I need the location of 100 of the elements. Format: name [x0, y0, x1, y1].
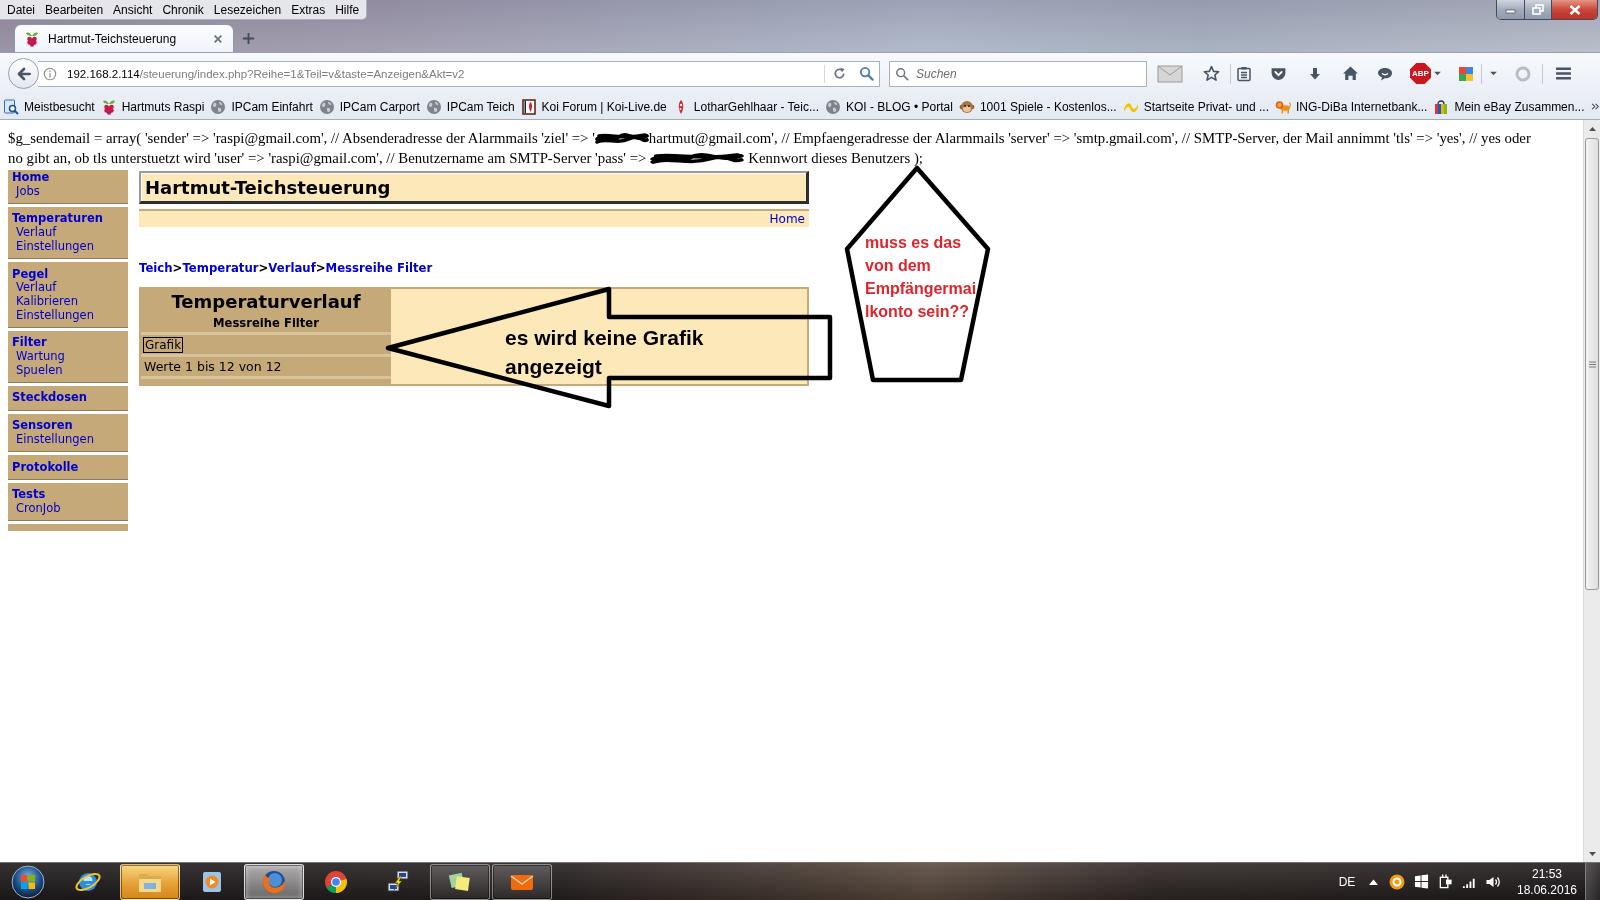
- plug-icon[interactable]: [1437, 874, 1453, 889]
- sidebar-heading[interactable]: Steckdosen: [12, 391, 87, 406]
- panel-subtitle: Messreihe Filter: [212, 315, 320, 332]
- chat-bubble-icon[interactable]: [1377, 65, 1393, 82]
- restore-button[interactable]: [1524, 0, 1551, 19]
- code-text: hartmut@gmail.com', // Empfaengeradresse der Alarmmails 'server' => 'smtp.gmail.com', // SMTP-Server, der Mail annimmt 'tls' => 'yes', // yes oder: [648, 130, 1531, 146]
- breadcrumb-separator: >: [172, 261, 183, 276]
- breadcrumb-link[interactable]: Messreihe Filter: [325, 261, 433, 276]
- sidebar-link[interactable]: CronJob: [12, 501, 61, 516]
- show-desktop-button[interactable]: [1585, 863, 1600, 900]
- sidebar-link[interactable]: Wartung: [12, 350, 65, 364]
- raspberry-icon: [100, 98, 117, 115]
- globe-icon: [824, 98, 841, 115]
- language-indicator[interactable]: DE: [1332, 874, 1362, 889]
- bookmark-item[interactable]: Mein eBay Zusammen...: [1433, 98, 1585, 115]
- close-button[interactable]: [1551, 0, 1597, 19]
- menu-item[interactable]: Ansicht: [108, 0, 158, 19]
- shopping-bag-icon: [1433, 98, 1450, 115]
- breadcrumb-link[interactable]: Verlauf: [268, 261, 316, 276]
- bookmark-item[interactable]: 1001 Spiele - Kostenlos...: [958, 98, 1117, 115]
- annotation-note: es wird keine Grafik angezeigt: [505, 325, 704, 380]
- search-icon: [895, 66, 909, 81]
- tab[interactable]: Hartmut-Teichsteuerung: [14, 24, 234, 52]
- home-link[interactable]: Home: [769, 212, 805, 226]
- back-button[interactable]: [8, 58, 39, 89]
- menu-item[interactable]: Extras: [286, 0, 331, 19]
- chevrons-right-icon[interactable]: [1590, 101, 1600, 112]
- globe-icon: [425, 98, 442, 115]
- bookmark-item[interactable]: Koi Forum | Koi-Live.de: [520, 98, 667, 115]
- chevron-shield-icon[interactable]: [1269, 65, 1287, 82]
- bookmark-item[interactable]: Startseite Privat- und ...: [1122, 98, 1270, 115]
- sidebar-link[interactable]: Kalibrieren: [12, 294, 78, 309]
- sidebar-link[interactable]: Einstellungen: [12, 432, 94, 447]
- sidebar-heading[interactable]: Tests: [12, 488, 46, 502]
- code-text: $g_sendemail = array( 'sender' => 'raspi@gmail.com', // Absenderadresse der Alarmmails 'ziel' => ': [8, 130, 595, 146]
- caret-up-icon[interactable]: [1369, 878, 1378, 885]
- ring-icon[interactable]: [1389, 873, 1405, 890]
- code-text: no gibt an, ob tls unterstuetzt wird 'user' => 'raspi@gmail.com', // Benutzername am SMTP-Server 'pass' =>: [8, 150, 647, 166]
- bookmark-item[interactable]: Meistbesucht: [3, 98, 95, 115]
- bookmark-item[interactable]: LotharGehlhaar - Teic...: [672, 98, 819, 115]
- sidebar-heading[interactable]: Filter: [12, 336, 47, 351]
- taskbar-button[interactable]: [430, 863, 490, 900]
- sidebar-heading[interactable]: Temperaturen: [12, 212, 103, 227]
- bookmark-item[interactable]: IPCam Carport: [318, 98, 420, 115]
- monkey-icon: [958, 98, 975, 115]
- arrow-up-icon[interactable]: [1588, 126, 1596, 131]
- breadcrumb-link[interactable]: Teich: [139, 261, 173, 276]
- caret-down-icon[interactable]: [1488, 69, 1498, 78]
- sidebar-link[interactable]: Jobs: [12, 184, 40, 199]
- breadcrumb-separator: >: [315, 261, 326, 276]
- taskbar-button[interactable]: [120, 863, 180, 900]
- sidebar-link[interactable]: Einstellungen: [12, 239, 94, 254]
- sidebar-heading[interactable]: Sensoren: [12, 419, 73, 433]
- sidebar-link[interactable]: Verlauf: [12, 281, 57, 295]
- sidebar-heading[interactable]: Pegel: [12, 267, 49, 282]
- broken-image: Grafik: [143, 336, 184, 353]
- bookmark-item[interactable]: ING-DiBa Internetbank...: [1275, 98, 1428, 115]
- breadcrumb-link[interactable]: Temperatur: [182, 261, 259, 276]
- sidebar-heading[interactable]: Home: [12, 171, 50, 185]
- clock[interactable]: 21:53 18.06.2016: [1509, 865, 1585, 898]
- bookmark-item[interactable]: KOI - BLOG • Portal: [824, 98, 953, 115]
- bookmark-item[interactable]: IPCam Teich: [425, 98, 515, 115]
- plus-icon[interactable]: [241, 31, 255, 45]
- sidebar-link[interactable]: Spuelen: [12, 363, 63, 378]
- info-icon[interactable]: [43, 66, 57, 81]
- tiles-icon[interactable]: [1458, 65, 1474, 82]
- bookmark-item[interactable]: IPCam Einfahrt: [210, 98, 313, 115]
- globe-icon: [318, 98, 335, 115]
- home-icon[interactable]: [1341, 65, 1359, 82]
- close-icon[interactable]: [213, 33, 223, 44]
- sidebar-link[interactable]: Einstellungen: [12, 308, 94, 323]
- octagon-button[interactable]: ABP: [1410, 63, 1431, 84]
- scrollbar-thumb[interactable]: [1585, 138, 1599, 590]
- arrow-down-icon[interactable]: [1588, 851, 1596, 856]
- scribble-icon: [594, 131, 649, 146]
- download-icon[interactable]: [1307, 65, 1323, 82]
- url-field[interactable]: 192.168.2.114/steuerung/index.php?Reihe=1&Teil=v&taste=Anzeigen&Akt=v2: [38, 60, 880, 87]
- lion-icon: [1275, 98, 1292, 115]
- caret-down-icon[interactable]: [1433, 69, 1442, 78]
- bookmark-item[interactable]: Hartmuts Raspi: [100, 98, 205, 115]
- taskbar-button[interactable]: [244, 863, 304, 900]
- sidebar-heading[interactable]: Protokolle: [12, 460, 79, 475]
- menu-item[interactable]: Hilfe: [330, 0, 365, 19]
- breadcrumb-separator: >: [258, 261, 269, 276]
- windows-flag-icon[interactable]: [1413, 874, 1429, 889]
- menu-item[interactable]: Datei: [2, 0, 40, 19]
- star-icon[interactable]: [1203, 65, 1220, 82]
- taskbar-button[interactable]: [492, 863, 552, 900]
- menu-item[interactable]: Chronik: [157, 0, 209, 19]
- reload-icon[interactable]: [831, 66, 847, 81]
- menu-item[interactable]: Bearbeiten: [40, 0, 109, 19]
- menu-item[interactable]: Lesezeichen: [208, 0, 287, 19]
- menu-icon[interactable]: [1554, 65, 1572, 82]
- grip-icon: [1588, 360, 1596, 368]
- panel-title: Temperaturverlauf: [170, 290, 362, 314]
- document-search-icon: [3, 98, 19, 115]
- search-icon[interactable]: [858, 66, 874, 81]
- clipboard-list-icon[interactable]: [1236, 65, 1252, 82]
- sidebar-link[interactable]: Verlauf: [12, 226, 57, 240]
- search-field[interactable]: Suchen: [889, 60, 1147, 87]
